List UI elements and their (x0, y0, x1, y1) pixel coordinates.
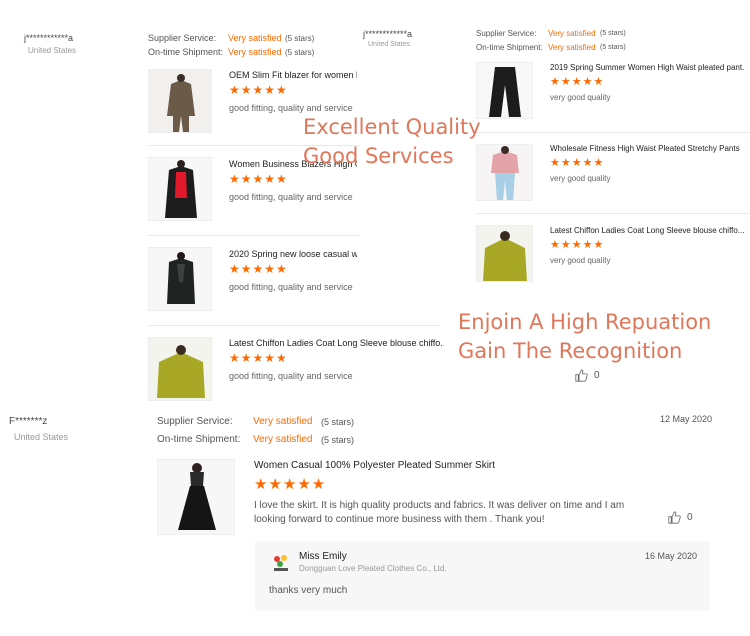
promo-line-1: Excellent Quality (303, 115, 481, 139)
product-image[interactable] (148, 337, 212, 401)
ontime-shipment-value: Very satisfied (253, 434, 313, 445)
review-comment: very good quality (550, 174, 611, 183)
rating-stars: ★★★★★ (229, 83, 288, 97)
product-title[interactable]: 2020 Spring new loose casual wo (229, 249, 357, 259)
divider (476, 132, 750, 133)
supplier-service-stars: (5 stars) (285, 34, 315, 43)
review-comment: very good quality (550, 93, 611, 102)
supplier-logo (271, 553, 291, 573)
supplier-service-value: Very satisfied (548, 29, 596, 38)
rating-stars: ★★★★★ (550, 239, 605, 251)
promo-line-4: Gain The Recognition (458, 339, 683, 363)
reviewer-country: United States (368, 41, 411, 48)
thumbs-up-icon (668, 511, 681, 524)
review-comment: good fitting, quality and service (229, 371, 353, 381)
ontime-shipment-value: Very satisfied (228, 47, 282, 57)
supplier-service-stars: (5 stars) (321, 417, 355, 427)
like-count: 0 (594, 370, 600, 381)
product-title[interactable]: Wholesale Fitness High Waist Pleated Str… (550, 144, 745, 153)
rating-stars: ★★★★★ (229, 262, 288, 276)
ontime-shipment-stars: (5 stars) (600, 44, 626, 51)
supplier-service-label: Supplier Service: (157, 416, 233, 427)
product-title[interactable]: Women Casual 100% Polyester Pleated Summ… (254, 460, 495, 471)
product-image[interactable] (157, 459, 235, 535)
ontime-shipment-value: Very satisfied (548, 43, 596, 52)
product-title[interactable]: Latest Chiffon Ladies Coat Long Sleeve b… (229, 338, 444, 348)
review-comment: I love the skirt. It is high quality pro… (254, 500, 625, 525)
reply-text: thanks very much (269, 585, 348, 596)
review-comment: very good quality (550, 256, 611, 265)
reply-date: 16 May 2020 (645, 551, 698, 561)
reviewer-country: United States (28, 46, 77, 55)
promo-line-3: Enjoin A High Repuation (458, 310, 712, 334)
review-comment: good fitting, quality and service (229, 282, 353, 292)
product-image[interactable] (148, 157, 212, 221)
product-image[interactable] (148, 247, 212, 311)
supplier-service-stars: (5 stars) (600, 30, 626, 37)
divider (476, 213, 750, 214)
supplier-reply: Miss Emily Dongguan Love Pleated Clothes… (255, 541, 710, 611)
like-count: 0 (687, 512, 693, 523)
supplier-service-label: Supplier Service: (476, 29, 537, 38)
product-title[interactable]: OEM Slim Fit blazer for women la (229, 70, 357, 80)
product-image[interactable] (148, 69, 212, 133)
ontime-shipment-label: On-time Shipment: (476, 43, 543, 52)
thumbs-up-icon (575, 369, 588, 382)
product-image[interactable] (476, 62, 533, 119)
divider (148, 235, 360, 236)
reviewer-name: F*******z (9, 416, 48, 427)
ontime-shipment-label: On-time Shipment: (148, 47, 224, 57)
ontime-shipment-stars: (5 stars) (321, 435, 355, 445)
ontime-shipment-stars: (5 stars) (285, 48, 315, 57)
like-button[interactable]: 0 (668, 511, 693, 524)
rating-stars: ★★★★★ (229, 172, 288, 186)
review-comment: good fitting, quality and service (229, 192, 353, 202)
supplier-service-label: Supplier Service: (148, 33, 217, 43)
supplier-service-value: Very satisfied (228, 33, 282, 43)
reviewer-name: j************a (363, 29, 413, 39)
promo-line-2: Good Services (303, 144, 454, 168)
rating-stars: ★★★★★ (254, 476, 327, 493)
reply-company[interactable]: Dongguan Love Pleated Clothes Co., Ltd. (299, 564, 447, 573)
review-comment: good fitting, quality and service (229, 103, 353, 113)
review-date: 12 May 2020 (660, 414, 713, 424)
rating-stars: ★★★★★ (550, 157, 605, 169)
rating-stars: ★★★★★ (550, 76, 605, 88)
reviewer-name: j************a (24, 33, 74, 43)
ontime-shipment-label: On-time Shipment: (157, 434, 241, 445)
divider (148, 325, 440, 326)
product-image[interactable] (476, 225, 533, 282)
supplier-service-value: Very satisfied (253, 416, 313, 427)
rating-stars: ★★★★★ (229, 351, 288, 365)
product-image[interactable] (476, 144, 533, 201)
reviewer-country: United States (14, 432, 69, 442)
product-title[interactable]: Latest Chiffon Ladies Coat Long Sleeve b… (550, 226, 745, 235)
product-title[interactable]: 2019 Spring Summer Women High Waist plea… (550, 63, 745, 72)
like-button[interactable]: 0 (575, 369, 600, 382)
reply-name: Miss Emily (299, 551, 347, 562)
